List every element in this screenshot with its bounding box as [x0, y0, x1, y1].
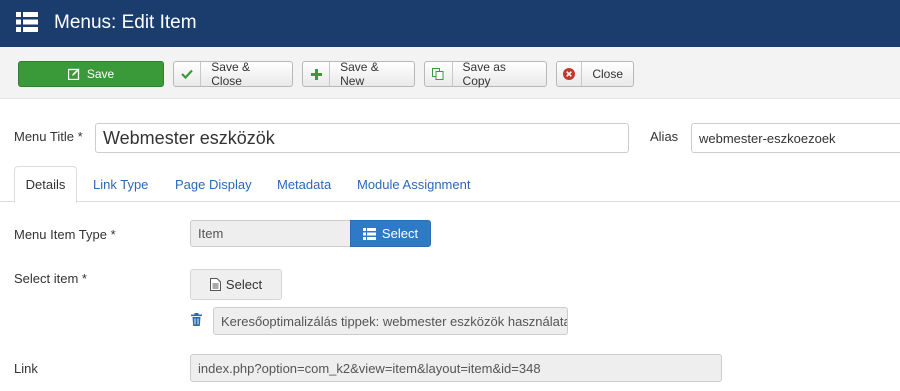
link-label: Link [14, 361, 38, 376]
plus-icon [303, 62, 331, 86]
file-icon [209, 278, 221, 291]
menu-item-type-select-label: Select [381, 226, 419, 241]
save-new-label: Save & New [340, 60, 379, 88]
selected-item-field: Keresőoptimalizálás tippek: webmester es… [213, 307, 568, 335]
select-item-button[interactable]: Select [190, 269, 282, 300]
link-value: index.php?option=com_k2&view=item&layout… [198, 360, 541, 376]
close-label: Close [592, 67, 623, 81]
list-icon [16, 12, 38, 32]
save-label: Save [86, 67, 115, 81]
page-title: Menus: Edit Item [54, 12, 197, 33]
select-item-button-label: Select [225, 277, 263, 292]
selected-item-value: Keresőoptimalizálás tippek: webmester es… [221, 313, 568, 329]
copy-icon [425, 62, 453, 86]
close-button[interactable]: Close [556, 61, 634, 87]
trash-icon[interactable] [191, 313, 202, 326]
save-close-button[interactable]: Save & Close [173, 60, 293, 88]
tab-link-type[interactable]: Link Type [93, 166, 148, 202]
alias-label: Alias [650, 129, 679, 144]
toolbar: Save Save & Close Save & New Save as Cop… [0, 47, 900, 99]
check-icon [174, 62, 202, 86]
menu-title-label: Menu Title * [14, 129, 83, 144]
cancel-icon [557, 62, 583, 86]
save-new-button[interactable]: Save & New [302, 60, 415, 88]
tab-page-display[interactable]: Page Display [175, 166, 252, 202]
save-button[interactable]: Save [18, 61, 164, 87]
save-close-label: Save & Close [211, 60, 250, 88]
save-copy-label: Save as Copy [462, 60, 506, 88]
menu-item-type-field: Item [190, 220, 351, 247]
tab-details[interactable]: Details [14, 166, 77, 203]
tab-module-assignment[interactable]: Module Assignment [357, 166, 470, 202]
select-item-label: Select item * [14, 271, 87, 286]
tab-bar: Details Link Type Page Display Metadata … [0, 166, 900, 203]
menu-item-type-label: Menu Item Type * [14, 227, 116, 242]
alias-input[interactable]: webmester-eszkoezoek [691, 123, 900, 153]
menu-title-value: Webmester eszközök [103, 127, 275, 148]
alias-value: webmester-eszkoezoek [699, 130, 836, 146]
link-field: index.php?option=com_k2&view=item&layout… [190, 354, 722, 382]
save-copy-button[interactable]: Save as Copy [424, 60, 547, 88]
list-icon [362, 227, 376, 240]
menu-item-type-select-button[interactable]: Select [350, 220, 431, 247]
tab-metadata[interactable]: Metadata [277, 166, 331, 202]
page-header: Menus: Edit Item [0, 0, 900, 47]
edit-icon [67, 62, 80, 86]
menu-item-type-value: Item [198, 226, 224, 241]
menu-title-input[interactable]: Webmester eszközök [95, 123, 629, 153]
